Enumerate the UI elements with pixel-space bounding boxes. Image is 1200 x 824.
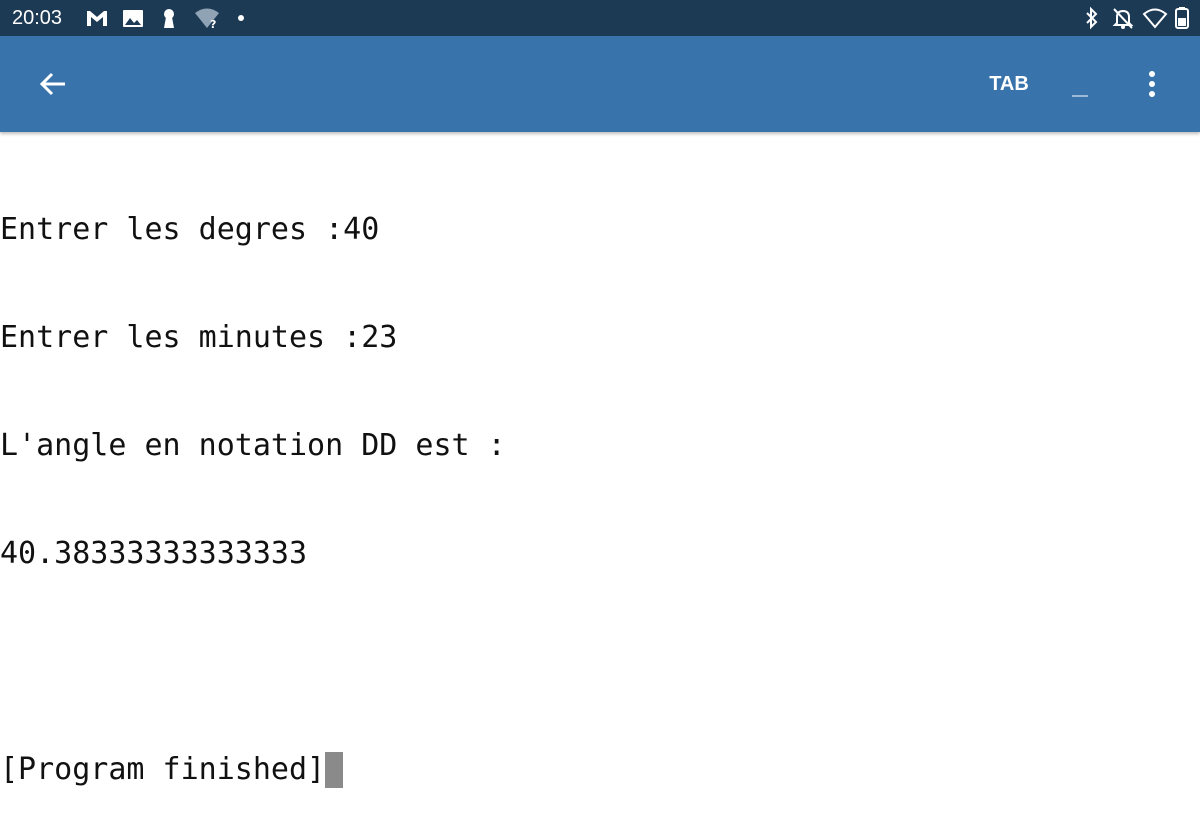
terminal-line: L'angle en notation DD est : [0,428,506,463]
svg-text:?: ? [210,18,216,30]
terminal-line-text: [Program finished] [0,752,326,787]
arrow-left-icon [39,72,65,96]
gmail-icon [84,6,110,30]
image-icon [120,6,146,30]
keyhole-icon [156,6,182,30]
more-vert-icon [1149,71,1155,97]
status-bar: 20:03 ? [0,0,1200,36]
dot-icon [232,6,258,30]
terminal-line: Entrer les degres :40 [0,212,380,247]
more-options-button[interactable] [1130,60,1174,108]
wifi-icon [1142,6,1168,30]
back-button[interactable] [32,60,76,108]
status-time: 20:03 [12,7,63,29]
terminal-cursor [325,752,344,788]
tab-key-button[interactable]: TAB [976,60,1042,108]
terminal-output[interactable]: Entrer les degres :40 Entrer les minutes… [0,140,1200,788]
notifications-off-icon [1110,6,1136,30]
terminal-line-last: [Program finished] [0,752,1200,788]
app-bar: TAB _ [0,36,1200,132]
bluetooth-icon [1080,6,1106,30]
terminal-line: Entrer les minutes :23 [0,320,398,355]
terminal-line: 40.38333333333333 [0,536,308,571]
underscore-key-button[interactable]: _ [1058,60,1102,108]
wifi-question-icon: ? [194,6,220,31]
battery-icon [1172,6,1198,30]
